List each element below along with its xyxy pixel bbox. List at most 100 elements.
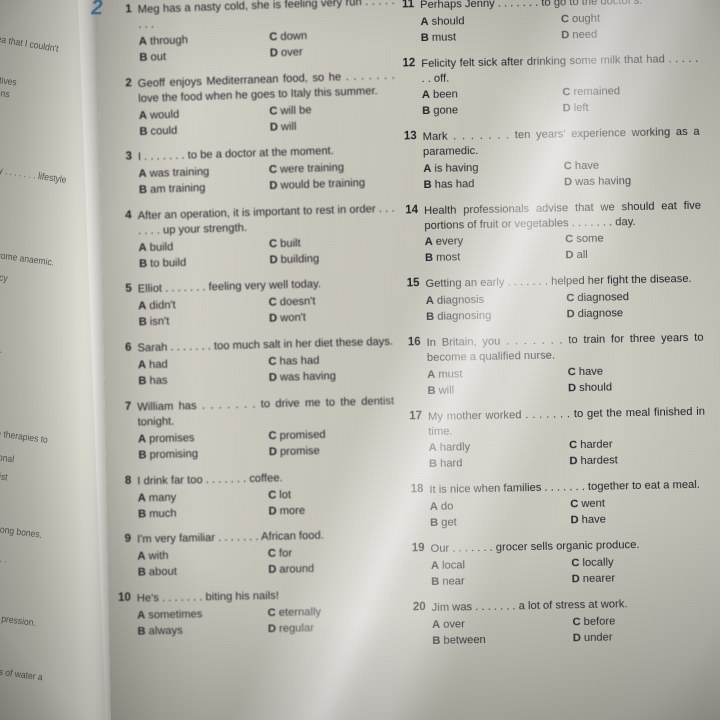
answer-options: Abuild Bto build Cbuilt Dbuilding [138,233,396,272]
answer-option-a[interactable]: Adiagnosis [426,292,563,310]
question-stem: Mark . . . . . . . ten years' experience… [422,126,700,159]
option-text: hard [439,457,463,471]
answer-option-b[interactable]: Bisn't [139,312,266,331]
answer-option-c[interactable]: Clot [268,485,395,503]
answer-option-d[interactable]: Dwould be training [269,175,396,194]
option-text: for [278,547,293,560]
answer-option-b[interactable]: Bout [139,46,266,65]
option-text: through [149,33,189,48]
answer-option-b[interactable]: Bhard [429,455,566,473]
answer-option-d[interactable]: Daround [268,560,395,578]
answer-option-b[interactable]: Bam training [139,179,266,198]
answer-option-d[interactable]: Dover [270,41,397,60]
question-stem: William has . . . . . . . to drive me to… [137,395,395,429]
option-text: must [431,31,457,44]
answer-option-c[interactable]: Charder [569,436,706,454]
answer-option-d[interactable]: Dleft [563,99,700,117]
option-letter: B [427,384,436,397]
answer-option-c[interactable]: Cdiagnosed [566,289,703,307]
answer-option-b[interactable]: Bnear [431,572,568,590]
question-body: Our . . . . . . . grocer sells organic p… [430,537,708,590]
option-letter: D [566,308,575,321]
option-text: ought [571,12,601,25]
answer-option-c[interactable]: Clocally [571,554,708,572]
answer-option-a[interactable]: Aevery [425,233,562,251]
answer-option-a[interactable]: Awith [137,547,264,565]
answer-option-d[interactable]: Dregular [268,620,395,637]
answer-option-a[interactable]: Ashould [420,12,557,30]
option-letter: A [427,368,436,381]
answer-option-b[interactable]: Balways [137,622,264,639]
answer-option-b[interactable]: Bmuch [138,504,265,522]
answer-option-a[interactable]: Ais having [423,159,560,177]
answer-option-b[interactable]: Bwill [427,381,564,399]
answer-option-a[interactable]: Amany [138,488,265,506]
answer-option-c[interactable]: Cbefore [572,612,709,630]
answer-option-d[interactable]: Dwon't [269,308,396,327]
option-letter: C [568,439,578,452]
answer-option-d[interactable]: Dpromise [269,442,396,460]
answer-option-d[interactable]: Dneed [561,26,698,44]
answer-option-b[interactable]: Bdiagnosing [426,308,563,326]
question-item: 4 After an operation, it is important to … [114,201,396,272]
answer-option-a[interactable]: Aover [432,615,569,633]
answer-option-b[interactable]: Bgone [422,102,559,120]
answer-option-b[interactable]: Bmost [425,249,562,267]
option-text: could [150,123,178,137]
option-text: gone [433,104,459,118]
question-item: 2 Geoff enjoys Mediterranean food, so he … [115,68,397,140]
answer-option-c[interactable]: Ceternally [268,604,395,621]
answer-option-c[interactable]: Csome [565,230,702,248]
answer-options: Ais having Bhas had Chave Dwas having [423,157,701,193]
facing-page-line: ve therapies to [0,428,49,446]
option-letter: A [138,300,147,313]
question-item: 9 I'm very familiar . . . . . . . African… [114,528,395,582]
answer-option-c[interactable]: Chave [568,363,705,381]
option-text: between [443,633,486,647]
answer-option-c[interactable]: Cfor [268,544,395,562]
answer-option-b[interactable]: Bhas had [423,175,560,193]
answer-options: Ado Bget Cwent Dhave [430,495,708,531]
answer-option-d[interactable]: Dshould [568,379,705,397]
answer-option-b[interactable]: Bbetween [432,631,569,649]
answer-option-c[interactable]: Cought [561,10,698,28]
option-letter: B [138,448,147,462]
question-stem: Health professionals advise that we shou… [423,199,702,232]
answer-option-b[interactable]: Bto build [139,253,266,272]
answer-option-d[interactable]: Dhave [570,511,707,529]
answer-option-a[interactable]: Amust [427,365,564,383]
answer-option-d[interactable]: Dnearer [572,570,709,588]
answer-option-a[interactable]: Asometimes [137,606,264,623]
answer-option-a[interactable]: Alocal [431,556,568,574]
answer-option-d[interactable]: Dbuilding [269,249,396,268]
answer-option-d[interactable]: Dhardest [569,452,706,470]
answer-option-d[interactable]: Dmore [268,501,395,519]
option-letter: C [268,237,278,250]
answer-option-c[interactable]: Chave [564,157,701,175]
facing-page-line: ng [0,0,1,11]
option-text: over [280,45,303,59]
question-number: 10 [117,591,131,605]
answer-option-a[interactable]: Abeen [422,86,559,104]
answer-option-c[interactable]: Cwent [570,495,707,513]
answer-options: Awould Bcould Cwill be Dwill [139,100,397,140]
answer-option-d[interactable]: Dwas having [269,368,396,386]
answer-option-b[interactable]: Bhas [138,371,265,389]
answer-option-b[interactable]: Bget [430,514,567,532]
option-text: would be training [280,176,366,192]
answer-option-b[interactable]: Bmust [421,28,558,46]
answer-option-a[interactable]: Ahardly [429,439,566,457]
answer-option-d[interactable]: Dwas having [564,173,701,191]
answer-option-d[interactable]: Dall [565,246,702,264]
answer-option-c[interactable]: Cpromised [268,426,395,444]
answer-option-c[interactable]: Cremained [562,83,699,101]
answer-option-b[interactable]: Babout [138,563,265,581]
answer-option-a[interactable]: Apromises [138,429,265,447]
option-letter: D [269,120,279,133]
answer-option-d[interactable]: Ddiagnose [566,305,703,323]
answer-option-d[interactable]: Dunder [573,628,710,646]
answer-option-b[interactable]: Bpromising [138,445,265,463]
option-text: will [280,119,297,133]
answer-option-a[interactable]: Ado [430,498,567,516]
option-letter: C [562,86,571,99]
